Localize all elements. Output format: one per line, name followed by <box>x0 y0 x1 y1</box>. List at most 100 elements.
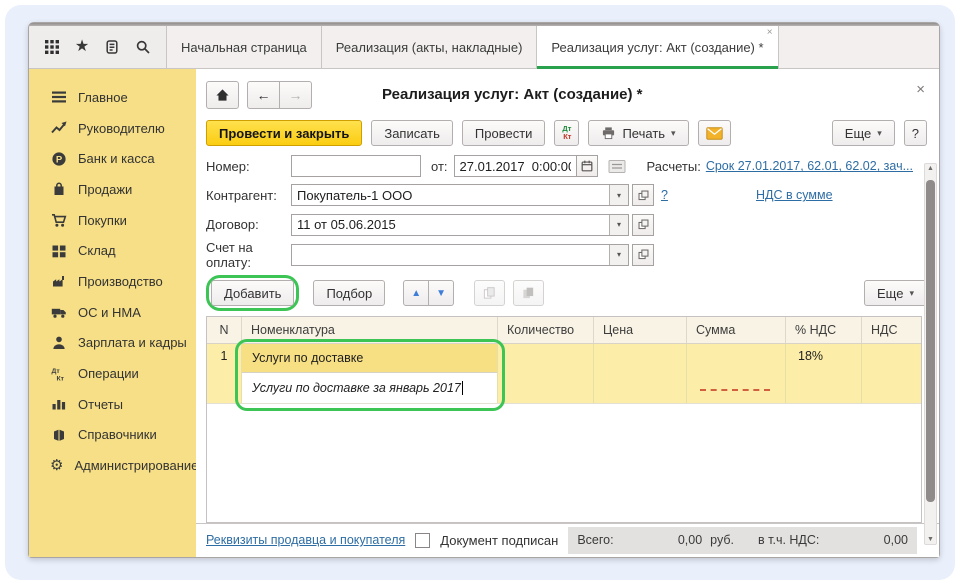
send-email-button[interactable] <box>698 120 731 146</box>
col-header-quantity[interactable]: Количество <box>497 317 593 343</box>
sidebar-item-bank-cash[interactable]: P Банк и касса <box>29 143 196 174</box>
svg-text:P: P <box>55 154 62 165</box>
post-and-close-button[interactable]: Провести и закрыть <box>206 120 362 146</box>
add-row-button[interactable]: Добавить <box>211 280 294 306</box>
form-close-icon[interactable]: × <box>916 81 925 98</box>
paste-row-button[interactable] <box>513 280 544 306</box>
scroll-up-icon[interactable]: ▲ <box>925 165 936 172</box>
date-input[interactable] <box>454 155 576 177</box>
tab-home-page[interactable]: Начальная страница <box>166 26 321 68</box>
vertical-scrollbar[interactable]: ▲ ▼ <box>924 163 937 545</box>
col-header-sum[interactable]: Сумма <box>686 317 785 343</box>
sidebar-item-fixed-assets[interactable]: ОС и НМА <box>29 297 196 328</box>
total-value: 0,00 <box>678 533 702 547</box>
contract-input[interactable] <box>292 215 609 235</box>
open-contract-button[interactable] <box>632 214 654 236</box>
copy-icon <box>482 286 497 300</box>
totals-panel: Всего: 0,00 руб. в т.ч. НДС: 0,00 <box>568 527 917 554</box>
col-header-n[interactable]: N <box>207 317 241 343</box>
nomenclature-edit-field[interactable]: Услуги по доставке за январь 2017 <box>242 372 497 403</box>
dropdown-caret-icon[interactable]: ▾ <box>609 215 628 235</box>
sidebar-item-manager[interactable]: Руководителю <box>29 113 196 144</box>
cell-quantity[interactable] <box>497 344 593 403</box>
chevron-down-icon: ▾ <box>671 128 676 139</box>
history-nav-group: ← → <box>247 81 312 109</box>
tab-sales-documents[interactable]: Реализация (акты, накладные) <box>321 26 537 68</box>
document-toolbar: Провести и закрыть Записать Провести ДтК… <box>196 112 939 155</box>
cell-sum[interactable] <box>686 344 785 403</box>
invoice-input[interactable] <box>292 245 609 265</box>
sidebar-item-reports[interactable]: Отчеты <box>29 389 196 420</box>
post-button[interactable]: Провести <box>462 120 546 146</box>
pick-button[interactable]: Подбор <box>313 280 385 306</box>
tab-close-icon[interactable]: × <box>767 28 773 38</box>
number-input[interactable] <box>291 155 421 177</box>
copy-row-button[interactable] <box>474 280 505 306</box>
save-button[interactable]: Записать <box>371 120 453 146</box>
sidebar-item-warehouse[interactable]: Склад <box>29 235 196 266</box>
table-row[interactable]: 1 Услуги по доставке Услуги по доставке … <box>207 344 921 403</box>
main-menu-icon[interactable] <box>44 39 60 55</box>
move-up-button[interactable]: ▲ <box>403 280 429 306</box>
add-button-highlight: Добавить <box>206 275 299 311</box>
dropdown-caret-icon[interactable]: ▾ <box>609 185 628 205</box>
table-more-button[interactable]: Еще ▾ <box>864 280 927 306</box>
sidebar-item-production[interactable]: Производство <box>29 266 196 297</box>
sidebar-item-sales[interactable]: Продажи <box>29 174 196 205</box>
cell-vat[interactable] <box>861 344 921 403</box>
sidebar-item-salary-hr[interactable]: Зарплата и кадры <box>29 328 196 359</box>
sidebar-item-operations[interactable]: ДтКт Операции <box>29 358 196 389</box>
forward-button[interactable]: → <box>280 81 312 109</box>
app-window: ★ Начальная страница Реализация (акты, н… <box>28 22 940 558</box>
date-group <box>454 155 598 177</box>
calendar-button[interactable] <box>576 155 598 177</box>
tab-service-act-active[interactable]: Реализация услуг: Акт (создание) * × <box>536 26 777 68</box>
history-icon[interactable] <box>104 39 120 55</box>
contract-row: Договор: ▾ <box>206 213 927 235</box>
sheets-icon <box>521 286 536 300</box>
requisites-link[interactable]: Реквизиты продавца и покупателя <box>206 533 405 547</box>
sidebar-item-main[interactable]: Главное <box>29 82 196 113</box>
cell-price[interactable] <box>593 344 686 403</box>
help-button[interactable]: ? <box>904 120 927 146</box>
back-button[interactable]: ← <box>247 81 280 109</box>
ruble-coin-icon: P <box>50 151 67 167</box>
counterparty-help-link[interactable]: ? <box>661 188 668 202</box>
sidebar-item-directories[interactable]: Справочники <box>29 420 196 451</box>
document-form: ← → Реализация услуг: Акт (создание) * ×… <box>196 69 939 557</box>
col-header-nomenclature[interactable]: Номенклатура <box>241 317 497 343</box>
arrow-down-icon: ▼ <box>436 288 446 299</box>
vat-total-label: в т.ч. НДС: <box>758 533 819 547</box>
document-journal-icon[interactable] <box>608 159 626 174</box>
sidebar-item-administration[interactable]: ⚙ Администрирование <box>29 450 196 481</box>
cell-nomenclature[interactable]: Услуги по доставке Услуги по доставке за… <box>241 344 497 403</box>
payments-link[interactable]: Срок 27.01.2017, 62.01, 62.02, зач... <box>706 159 913 173</box>
home-button[interactable] <box>206 81 239 109</box>
cell-vat-percent[interactable]: 18% <box>785 344 861 403</box>
number-date-row: Номер: от: Расчеты: Срок 27.01.2017, 62.… <box>206 155 927 177</box>
table-empty-area <box>207 403 921 522</box>
open-counterparty-button[interactable] <box>632 184 654 206</box>
move-down-button[interactable]: ▼ <box>429 280 454 306</box>
dropdown-caret-icon[interactable]: ▾ <box>609 245 628 265</box>
counterparty-input[interactable] <box>292 185 609 205</box>
more-button[interactable]: Еще ▾ <box>832 120 895 146</box>
show-postings-button[interactable]: ДтКт <box>554 120 579 146</box>
document-signed-checkbox[interactable] <box>415 533 430 548</box>
print-button[interactable]: Печать ▾ <box>588 120 688 146</box>
total-label: Всего: <box>577 533 613 547</box>
home-icon <box>215 88 230 102</box>
text-cursor <box>462 381 463 395</box>
vat-in-total-link[interactable]: НДС в сумме <box>756 188 833 202</box>
col-header-vat[interactable]: НДС <box>861 317 921 343</box>
open-invoice-button[interactable] <box>632 244 654 266</box>
required-field-underline <box>700 389 770 391</box>
scroll-down-icon[interactable]: ▼ <box>925 536 936 543</box>
col-header-vat-percent[interactable]: % НДС <box>785 317 861 343</box>
scrollbar-thumb[interactable] <box>926 180 935 502</box>
favorites-star-icon[interactable]: ★ <box>75 39 89 55</box>
search-icon[interactable] <box>135 39 151 55</box>
sidebar-item-purchases[interactable]: Покупки <box>29 205 196 236</box>
items-table: N Номенклатура Количество Цена Сумма % Н… <box>206 316 922 523</box>
col-header-price[interactable]: Цена <box>593 317 686 343</box>
